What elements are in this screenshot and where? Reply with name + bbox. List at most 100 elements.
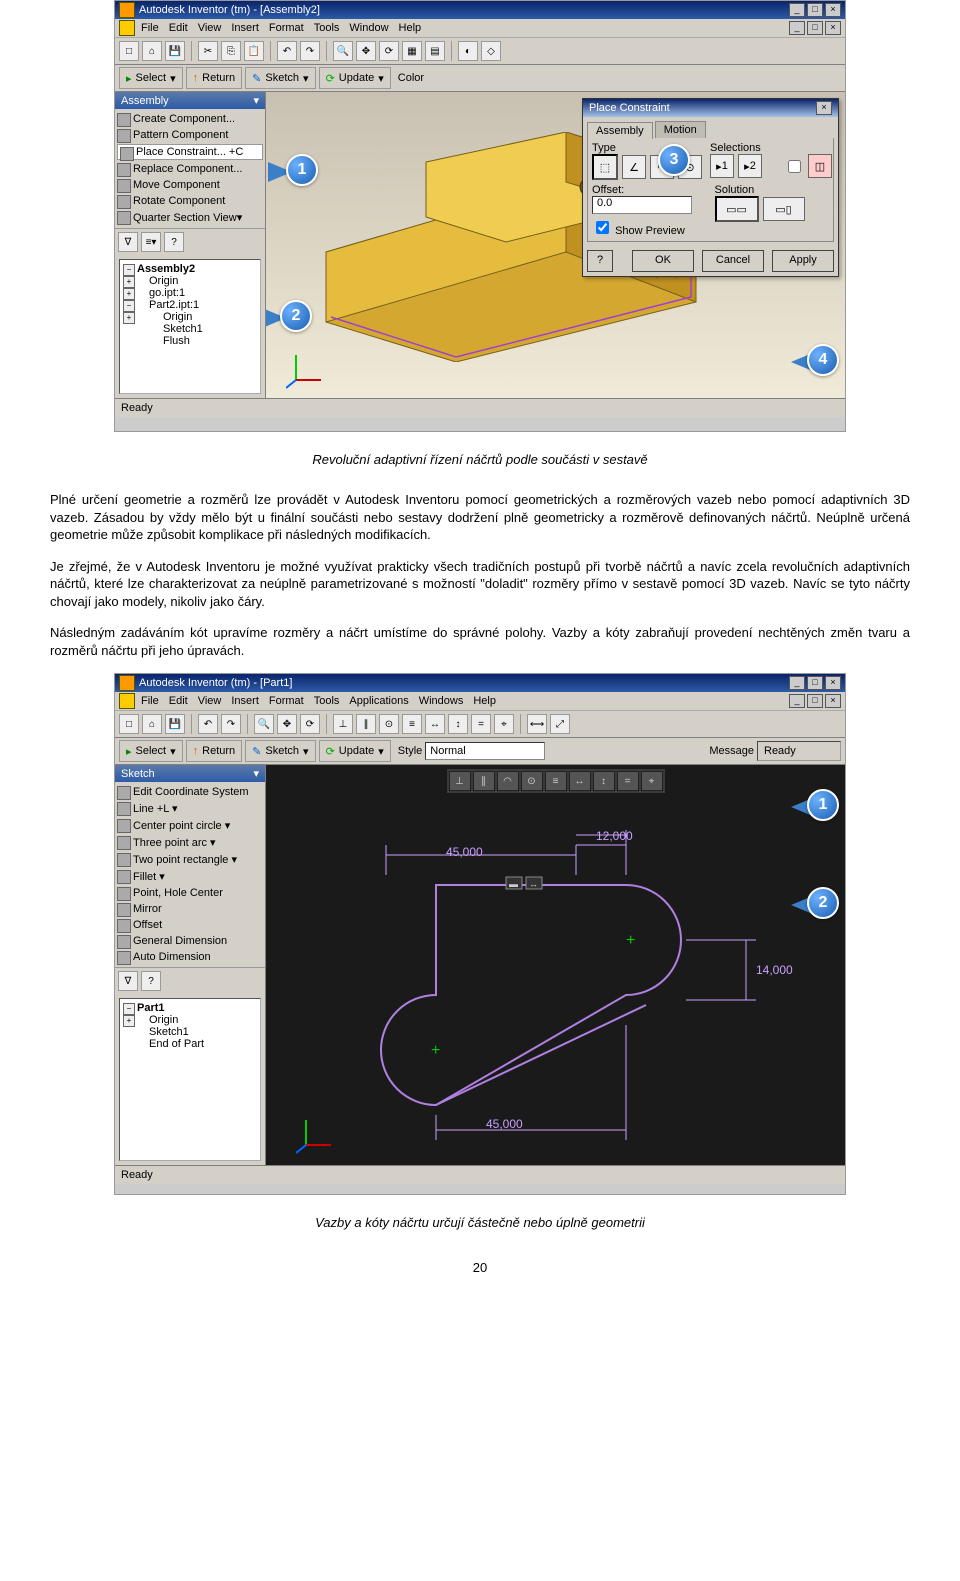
close-icon[interactable]: × — [825, 676, 841, 690]
cut-icon[interactable]: ✂ — [198, 41, 218, 61]
constraint-icon[interactable]: ≡ — [402, 714, 422, 734]
cmd-offset[interactable]: Offset — [115, 917, 265, 933]
pick-part-icon[interactable]: ◫ — [808, 154, 832, 178]
maximize-icon[interactable]: □ — [807, 3, 823, 17]
constraint-icon[interactable]: ∥ — [356, 714, 376, 734]
zoom-icon[interactable]: 🔍 — [254, 714, 274, 734]
cmd-point[interactable]: Point, Hole Center — [115, 885, 265, 901]
paste-icon[interactable]: 📋 — [244, 41, 264, 61]
model-browser[interactable]: −Assembly2 +Origin +go.ipt:1 −Part2.ipt:… — [119, 259, 261, 394]
dialog-help-button[interactable]: ? — [587, 250, 613, 272]
mdi-close-icon[interactable]: × — [825, 21, 841, 35]
tab-assembly[interactable]: Assembly — [587, 122, 653, 139]
sketch-viewport[interactable]: ⊥ ∥ ◠ ⊙ ≡ ↔ ↕ = ⌖ — [266, 765, 845, 1165]
minimize-icon[interactable]: _ — [789, 3, 805, 17]
dialog-close-icon[interactable]: × — [816, 101, 832, 115]
open-icon[interactable]: ⌂ — [142, 41, 162, 61]
constraint-tool-icon[interactable]: ⊥ — [449, 771, 471, 791]
mdi-close-icon[interactable]: × — [825, 694, 841, 708]
zoom-icon[interactable]: 🔍 — [333, 41, 353, 61]
help-icon[interactable]: ? — [164, 232, 184, 252]
return-button[interactable]: ↑Return — [186, 740, 243, 762]
constraint-icon[interactable]: ⌖ — [494, 714, 514, 734]
menu-view[interactable]: View — [198, 695, 222, 707]
cmd-auto-dim[interactable]: Auto Dimension — [115, 949, 265, 965]
constraint-icon[interactable]: ⊙ — [379, 714, 399, 734]
mdi-minimize-icon[interactable]: _ — [789, 21, 805, 35]
cmd-replace-component[interactable]: Replace Component... — [115, 161, 265, 177]
select-button[interactable]: ▸Select▾ — [119, 67, 183, 89]
panel-header[interactable]: Sketch▾ — [115, 765, 265, 782]
select-button[interactable]: ▸Select▾ — [119, 740, 183, 762]
menu-edit[interactable]: Edit — [169, 695, 188, 707]
constraint-tool-icon[interactable]: ⌖ — [641, 771, 663, 791]
cmd-pattern-component[interactable]: Pattern Component — [115, 127, 265, 143]
model-browser[interactable]: −Part1 +Origin Sketch1 End of Part — [119, 998, 261, 1161]
solution-flush-icon[interactable]: ▭▯ — [763, 197, 805, 221]
tab-motion[interactable]: Motion — [655, 121, 706, 138]
redo-icon[interactable]: ↷ — [221, 714, 241, 734]
cmd-move-component[interactable]: Move Component — [115, 177, 265, 193]
filter-icon[interactable]: ∇ — [118, 971, 138, 991]
pan-icon[interactable]: ✥ — [277, 714, 297, 734]
shade-icon[interactable]: ◐ — [458, 41, 478, 61]
constraint-icon[interactable]: ↔ — [425, 714, 445, 734]
constraint-tool-icon[interactable]: ∥ — [473, 771, 495, 791]
menu-help[interactable]: Help — [399, 22, 422, 34]
cmd-fillet[interactable]: Fillet ▾ — [115, 868, 265, 885]
cmd-create-component[interactable]: Create Component... — [115, 111, 265, 127]
redo-icon[interactable]: ↷ — [300, 41, 320, 61]
cmd-edit-coord[interactable]: Edit Coordinate System — [115, 784, 265, 800]
undo-icon[interactable]: ↶ — [277, 41, 297, 61]
copy-icon[interactable]: ⎘ — [221, 41, 241, 61]
menu-format[interactable]: Format — [269, 22, 304, 34]
menu-windows[interactable]: Windows — [419, 695, 464, 707]
cmd-arc[interactable]: Three point arc ▾ — [115, 834, 265, 851]
cmd-place-constraint[interactable]: Place Constraint... +C — [117, 144, 263, 160]
sketch-button[interactable]: ✎Sketch▾ — [245, 67, 315, 89]
cmd-mirror[interactable]: Mirror — [115, 901, 265, 917]
cancel-button[interactable]: Cancel — [702, 250, 764, 272]
cmd-rectangle[interactable]: Two point rectangle ▾ — [115, 851, 265, 868]
selection-checkbox[interactable] — [788, 160, 801, 173]
mdi-maximize-icon[interactable]: □ — [807, 21, 823, 35]
menu-help[interactable]: Help — [473, 695, 496, 707]
menu-applications[interactable]: Applications — [349, 695, 408, 707]
view2-icon[interactable]: ▤ — [425, 41, 445, 61]
3d-viewport[interactable]: Place Constraint × Assembly Motion Type — [266, 92, 845, 398]
type-mate-icon[interactable]: ⬚ — [592, 154, 618, 180]
wire-icon[interactable]: ◇ — [481, 41, 501, 61]
select-2-button[interactable]: ▸2 — [738, 154, 762, 178]
ok-button[interactable]: OK — [632, 250, 694, 272]
open-icon[interactable]: ⌂ — [142, 714, 162, 734]
apply-button[interactable]: Apply — [772, 250, 834, 272]
constraint-icon[interactable]: ⊥ — [333, 714, 353, 734]
constraint-tool-icon[interactable]: ↕ — [593, 771, 615, 791]
filter-icon[interactable]: ∇ — [118, 232, 138, 252]
cmd-general-dim[interactable]: General Dimension — [115, 933, 265, 949]
show-preview-checkbox[interactable] — [596, 221, 609, 234]
constraint-tool-icon[interactable]: ↔ — [569, 771, 591, 791]
constraint-tool-icon[interactable]: ⊙ — [521, 771, 543, 791]
help-icon[interactable]: ? — [141, 971, 161, 991]
update-button[interactable]: ⟳Update▾ — [319, 67, 391, 89]
menu-edit[interactable]: Edit — [169, 22, 188, 34]
browser-icon[interactable]: ≡▾ — [141, 232, 161, 252]
pan-icon[interactable]: ✥ — [356, 41, 376, 61]
update-button[interactable]: ⟳Update▾ — [319, 740, 391, 762]
menu-insert[interactable]: Insert — [231, 695, 259, 707]
offset-input[interactable]: 0.0 — [592, 196, 692, 214]
maximize-icon[interactable]: □ — [807, 676, 823, 690]
menu-window[interactable]: Window — [349, 22, 388, 34]
panel-header[interactable]: Assembly▾ — [115, 92, 265, 109]
cmd-section-view[interactable]: Quarter Section View▾ — [115, 209, 265, 226]
orbit-icon[interactable]: ⟳ — [379, 41, 399, 61]
mdi-minimize-icon[interactable]: _ — [789, 694, 805, 708]
menu-view[interactable]: View — [198, 22, 222, 34]
menu-file[interactable]: File — [141, 22, 159, 34]
minimize-icon[interactable]: _ — [789, 676, 805, 690]
constraint-tool-icon[interactable]: ≡ — [545, 771, 567, 791]
type-angle-icon[interactable]: ∠ — [622, 155, 646, 179]
constraint-tool-icon[interactable]: ◠ — [497, 771, 519, 791]
dim-icon[interactable]: ⤢ — [550, 714, 570, 734]
